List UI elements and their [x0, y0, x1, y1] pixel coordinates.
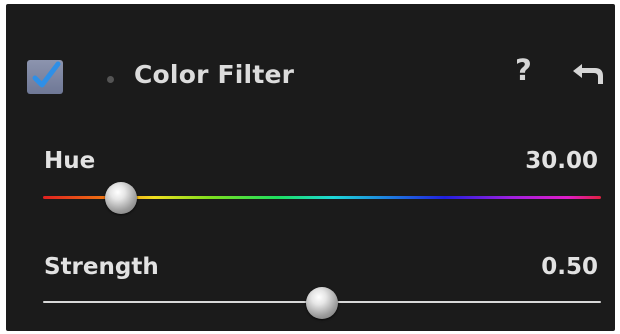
question-mark-icon[interactable]: ? [515, 56, 532, 85]
color-filter-panel: Color Filter ? Hue 30.00 Strength 0.50 [6, 4, 615, 331]
panel-header: Color Filter ? [6, 4, 615, 144]
panel-title: Color Filter [134, 60, 295, 89]
enable-checkbox[interactable] [27, 60, 63, 94]
reset-arrow-icon[interactable] [571, 62, 605, 90]
strength-label: Strength [44, 254, 159, 280]
strength-slider-thumb[interactable] [306, 287, 338, 319]
hue-slider-thumb[interactable] [105, 182, 138, 214]
strength-value[interactable]: 0.50 [478, 254, 598, 280]
hue-label: Hue [44, 148, 96, 174]
hue-value[interactable]: 30.00 [478, 148, 598, 174]
expand-indicator[interactable] [107, 76, 114, 83]
checkmark-icon [32, 61, 61, 88]
